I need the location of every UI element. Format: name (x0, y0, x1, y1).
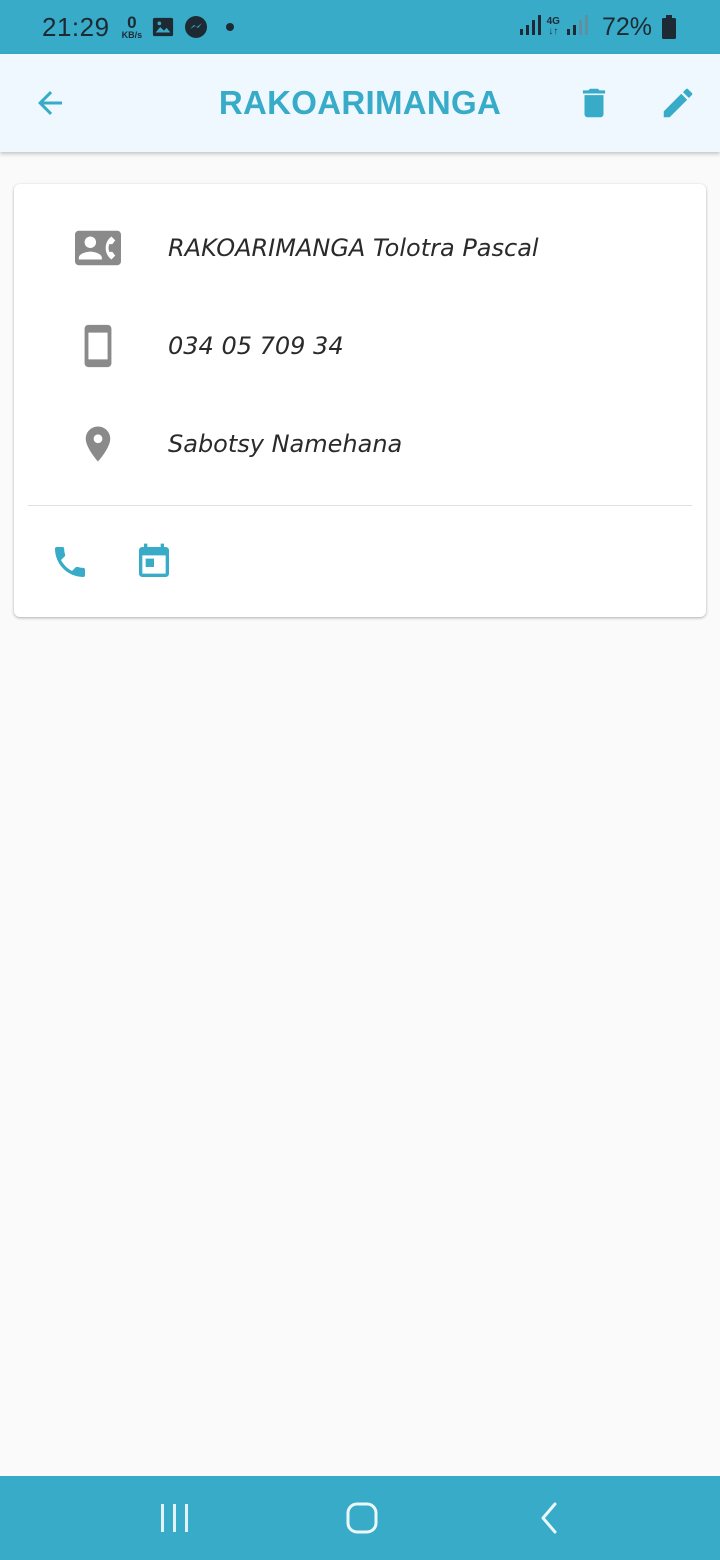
network-type: 4G ↓↑ (546, 16, 560, 37)
contact-name-row: RAKOARIMANGA Tolotra Pascal (14, 218, 706, 278)
delete-button[interactable] (570, 79, 618, 127)
recents-icon (161, 1504, 188, 1532)
contact-phone: 034 05 709 34 (168, 332, 344, 360)
calendar-icon (139, 543, 169, 577)
back-button[interactable] (26, 79, 74, 127)
contact-address-row: Sabotsy Namehana (14, 414, 706, 474)
calendar-button[interactable] (130, 538, 178, 586)
net-speed: 0 KB/s (122, 14, 143, 40)
smartphone-icon (74, 322, 122, 370)
battery-percent: 72% (601, 12, 652, 41)
app-bar: RAKOARIMANGA (0, 54, 720, 152)
delete-icon (582, 88, 606, 118)
status-left: 21:29 0 KB/s (42, 11, 235, 43)
messenger-icon (184, 15, 208, 39)
call-button[interactable] (46, 538, 94, 586)
contact-full-name: RAKOARIMANGA Tolotra Pascal (168, 234, 539, 262)
net-speed-value: 0 (127, 13, 137, 32)
edit-button[interactable] (654, 79, 702, 127)
phone-icon (55, 547, 85, 577)
network-type-label: 4G (546, 16, 560, 27)
home-button[interactable] (332, 1494, 392, 1542)
card-divider (28, 505, 692, 506)
recents-button[interactable] (145, 1494, 205, 1542)
back-icon (541, 1502, 557, 1534)
gallery-icon (152, 16, 174, 38)
back-arrow-icon (38, 91, 62, 115)
contact-card-icon (74, 224, 122, 272)
status-right: 4G ↓↑ 72% (519, 13, 676, 42)
battery-icon (662, 15, 676, 39)
notification-dot (226, 23, 235, 31)
status-bar: 21:29 0 KB/s 4G ↓↑ 72% (0, 0, 720, 54)
signal-icon-2 (566, 14, 588, 41)
contact-phone-row: 034 05 709 34 (14, 316, 706, 376)
contact-card: RAKOARIMANGA Tolotra Pascal 034 05 709 3… (14, 184, 706, 617)
system-nav-bar (0, 1476, 720, 1560)
home-icon (346, 1502, 378, 1534)
net-speed-unit: KB/s (121, 30, 143, 40)
contact-address: Sabotsy Namehana (168, 430, 403, 458)
signal-icon (519, 14, 541, 41)
edit-icon (663, 88, 693, 118)
status-time: 21:29 (42, 11, 110, 42)
nav-back-button[interactable] (520, 1494, 580, 1542)
location-pin-icon (74, 420, 122, 468)
